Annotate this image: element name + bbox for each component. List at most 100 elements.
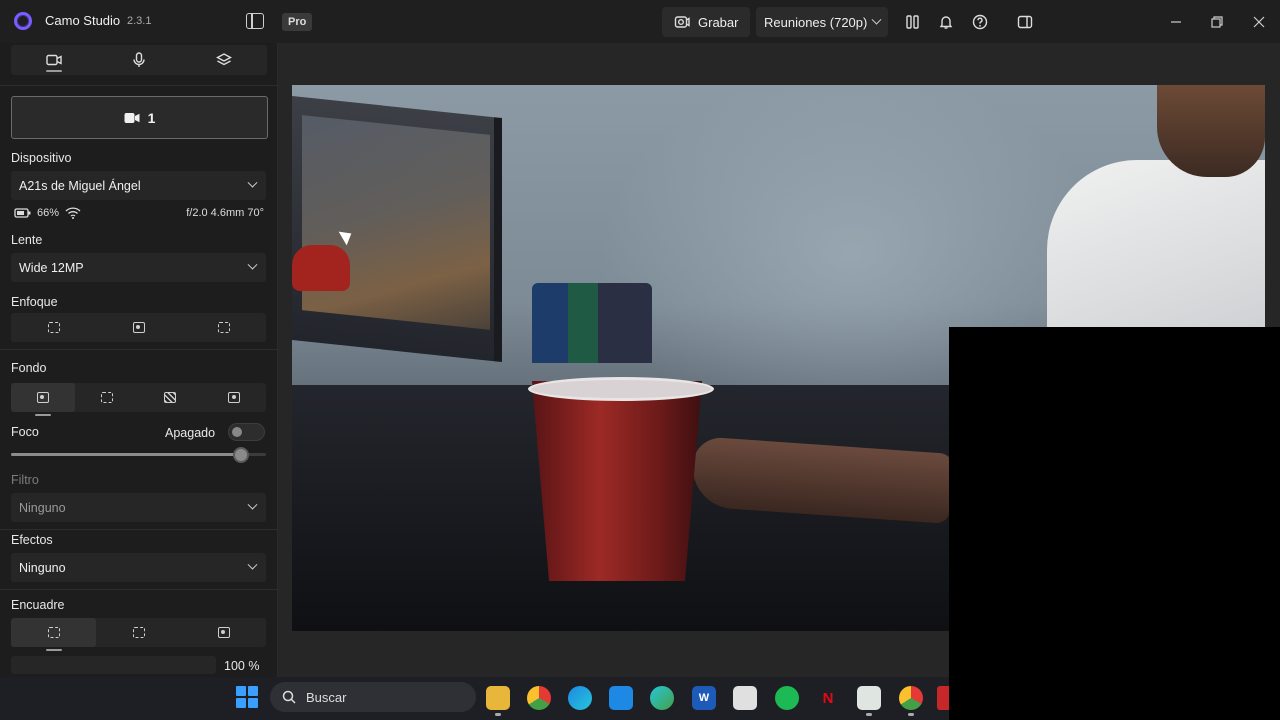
- slider-fill: [11, 453, 241, 456]
- background-remove-option[interactable]: [139, 383, 203, 412]
- background-replace-option[interactable]: [202, 383, 266, 412]
- blur-focus-toggle[interactable]: [228, 423, 265, 441]
- battery-level: 66%: [37, 207, 60, 219]
- lens-value: Wide 12MP: [19, 260, 84, 275]
- help-icon[interactable]: [969, 11, 991, 33]
- camo-logo-icon: [14, 12, 32, 30]
- device-value: A21s de Miguel Ángel: [19, 178, 141, 193]
- person-icon: [36, 392, 49, 403]
- divider: [0, 85, 278, 86]
- scene-red-cup: [532, 381, 702, 581]
- lens-dropdown[interactable]: Wide 12MP: [11, 253, 266, 282]
- taskbar-search[interactable]: Buscar: [270, 682, 476, 712]
- device-stats: 66% f/2.0 4.6mm 70°: [14, 207, 264, 219]
- background-none-option[interactable]: [11, 383, 75, 412]
- crop-icon: [47, 627, 60, 638]
- background-mode-selector: [11, 383, 266, 412]
- effects-label: Efectos: [11, 533, 53, 547]
- word-icon[interactable]: W: [692, 686, 716, 710]
- app-name: Camo Studio: [45, 13, 121, 28]
- windows-start-icon[interactable]: [236, 686, 258, 708]
- focus-auto-option[interactable]: [11, 313, 96, 342]
- record-label: Grabar: [698, 14, 739, 30]
- camera-number: 1: [147, 109, 156, 126]
- edge-dev-icon[interactable]: [650, 686, 674, 710]
- preset-dropdown[interactable]: Reuniones (720p): [756, 7, 888, 37]
- search-placeholder: Buscar: [306, 689, 347, 705]
- preset-label: Reuniones (720p): [764, 14, 868, 30]
- chevron-down-icon: [247, 499, 258, 510]
- framing-center-option[interactable]: [96, 618, 181, 647]
- battery-icon: [14, 208, 31, 218]
- background-blur-option[interactable]: [75, 383, 139, 412]
- netflix-icon[interactable]: N: [816, 686, 840, 710]
- filter-label: Filtro: [11, 473, 39, 487]
- record-icon: [674, 16, 690, 28]
- blur-focus-slider[interactable]: [11, 447, 266, 463]
- face-focus-icon: [132, 322, 145, 333]
- minimize-icon[interactable]: [1165, 11, 1187, 33]
- zoom-value: 100 %: [224, 659, 260, 673]
- tab-overlays[interactable]: [182, 45, 267, 75]
- side-panel-icon[interactable]: [1014, 11, 1036, 33]
- chevron-down-icon: [871, 14, 882, 25]
- lens-label: Lente: [11, 233, 43, 247]
- chrome-icon[interactable]: [527, 686, 551, 710]
- video-camera-icon: [124, 112, 140, 123]
- black-overlay: [949, 327, 1280, 720]
- effects-dropdown[interactable]: Ninguno: [11, 553, 266, 582]
- record-button[interactable]: Grabar: [662, 7, 751, 37]
- track-face-icon: [217, 627, 230, 638]
- divider: [0, 589, 278, 590]
- scene-cans: [532, 283, 652, 363]
- focus-manual-option[interactable]: [181, 313, 266, 342]
- auto-focus-icon: [47, 322, 60, 333]
- sidebar-tabs: [11, 45, 267, 75]
- title-bar: Camo Studio 2.3.1 Pro Grabar Reuniones (…: [0, 0, 1280, 43]
- bell-icon[interactable]: [935, 11, 957, 33]
- snipping-tool-icon[interactable]: [733, 686, 757, 710]
- close-icon[interactable]: [1248, 11, 1270, 33]
- framing-selector: [11, 618, 266, 647]
- framing-manual-option[interactable]: [11, 618, 96, 647]
- blur-icon: [100, 392, 113, 403]
- columns-icon[interactable]: [902, 11, 924, 33]
- restore-icon[interactable]: [1206, 11, 1228, 33]
- camo-icon[interactable]: [857, 686, 881, 716]
- manual-focus-icon: [217, 322, 230, 333]
- search-icon: [282, 690, 296, 704]
- blur-focus-state: Apagado: [165, 426, 216, 440]
- app-version: 2.3.1: [127, 15, 152, 27]
- camera-selector[interactable]: 1: [11, 96, 268, 139]
- settings-sidebar: 1 Dispositivo A21s de Miguel Ángel 66% f…: [0, 43, 278, 677]
- lens-info: f/2.0 4.6mm 70°: [186, 207, 264, 219]
- blur-focus-label: Foco: [11, 425, 39, 439]
- wifi-icon: [65, 207, 81, 219]
- scene-cup-rim: [528, 377, 714, 401]
- scene-person-shirt: [1047, 160, 1265, 330]
- app-icon[interactable]: [937, 686, 949, 710]
- tab-audio[interactable]: [96, 45, 181, 75]
- effects-value: Ninguno: [19, 560, 66, 575]
- device-dropdown[interactable]: A21s de Miguel Ángel: [11, 171, 266, 200]
- filter-dropdown[interactable]: Ninguno: [11, 493, 266, 522]
- framing-track-option[interactable]: [181, 618, 266, 647]
- file-explorer-icon[interactable]: [486, 686, 510, 716]
- tab-video[interactable]: [11, 45, 96, 75]
- spotify-icon[interactable]: [775, 686, 799, 710]
- layers-icon: [216, 53, 233, 66]
- edge-icon[interactable]: [568, 686, 592, 710]
- focus-face-option[interactable]: [96, 313, 181, 342]
- sidebar-toggle-icon[interactable]: [246, 13, 264, 29]
- scene-person-face: [1157, 85, 1265, 177]
- focus-mode-selector: [11, 313, 266, 342]
- store-icon[interactable]: [609, 686, 633, 710]
- microphone-icon: [133, 52, 145, 67]
- divider: [0, 349, 278, 350]
- windows-taskbar: Buscar W N: [0, 677, 949, 720]
- chevron-down-icon: [247, 177, 258, 188]
- zoom-slider[interactable]: [11, 656, 216, 674]
- slider-thumb[interactable]: [232, 447, 249, 463]
- pro-badge[interactable]: Pro: [282, 13, 313, 31]
- chrome-2-icon[interactable]: [899, 686, 923, 716]
